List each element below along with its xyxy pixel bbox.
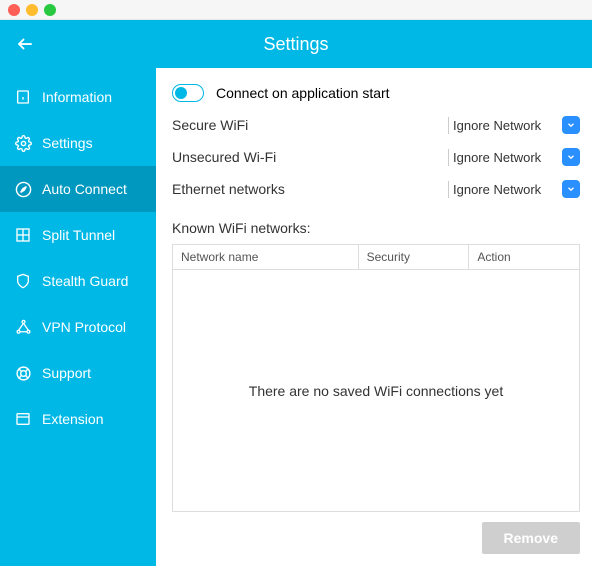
known-networks-label: Known WiFi networks:: [172, 220, 580, 236]
option-label-ethernet: Ethernet networks: [172, 181, 440, 197]
main-panel: Connect on application start Secure WiFi…: [156, 68, 592, 566]
column-header-action[interactable]: Action: [469, 245, 579, 269]
gear-icon: [14, 134, 32, 152]
select-value: Ignore Network: [448, 117, 556, 134]
known-networks-table: Network name Security Action There are n…: [172, 244, 580, 512]
sidebar-item-settings[interactable]: Settings: [0, 120, 156, 166]
sidebar-nav: Information Settings Auto Connect: [0, 68, 156, 442]
sidebar-item-label: Split Tunnel: [42, 227, 115, 243]
sidebar-item-label: Settings: [42, 135, 93, 151]
sidebar-item-support[interactable]: Support: [0, 350, 156, 396]
remove-button[interactable]: Remove: [482, 522, 580, 554]
shield-icon: [14, 272, 32, 290]
select-secure-wifi[interactable]: Ignore Network: [448, 116, 580, 134]
option-label-unsecured-wifi: Unsecured Wi-Fi: [172, 149, 440, 165]
minimize-icon[interactable]: [26, 4, 38, 16]
chevron-down-icon[interactable]: [562, 180, 580, 198]
info-icon: [14, 88, 32, 106]
grid-icon: [14, 226, 32, 244]
sidebar-item-label: Extension: [42, 411, 103, 427]
sidebar-item-label: Stealth Guard: [42, 273, 128, 289]
sidebar-item-auto-connect[interactable]: Auto Connect: [0, 166, 156, 212]
page-title: Settings: [263, 34, 328, 55]
option-label-secure-wifi: Secure WiFi: [172, 117, 440, 133]
select-value: Ignore Network: [448, 181, 556, 198]
browser-icon: [14, 410, 32, 428]
network-icon: [14, 318, 32, 336]
close-icon[interactable]: [8, 4, 20, 16]
sidebar-item-label: Information: [42, 89, 112, 105]
sidebar-item-label: Support: [42, 365, 91, 381]
maximize-icon[interactable]: [44, 4, 56, 16]
empty-message: There are no saved WiFi connections yet: [249, 383, 503, 399]
connect-on-start-toggle[interactable]: [172, 84, 204, 102]
window-titlebar: [0, 0, 592, 20]
chevron-down-icon[interactable]: [562, 116, 580, 134]
column-header-network-name[interactable]: Network name: [173, 245, 359, 269]
column-header-security[interactable]: Security: [359, 245, 470, 269]
sidebar-item-split-tunnel[interactable]: Split Tunnel: [0, 212, 156, 258]
sidebar-item-stealth-guard[interactable]: Stealth Guard: [0, 258, 156, 304]
sidebar-item-label: Auto Connect: [42, 181, 127, 197]
select-unsecured-wifi[interactable]: Ignore Network: [448, 148, 580, 166]
select-ethernet[interactable]: Ignore Network: [448, 180, 580, 198]
compass-icon: [14, 180, 32, 198]
lifebuoy-icon: [14, 364, 32, 382]
back-button[interactable]: [0, 35, 36, 53]
table-empty-state: There are no saved WiFi connections yet: [173, 270, 579, 511]
sidebar-item-extension[interactable]: Extension: [0, 396, 156, 442]
sidebar-item-label: VPN Protocol: [42, 319, 126, 335]
select-value: Ignore Network: [448, 149, 556, 166]
chevron-down-icon[interactable]: [562, 148, 580, 166]
sidebar-item-vpn-protocol[interactable]: VPN Protocol: [0, 304, 156, 350]
toggle-label: Connect on application start: [216, 85, 390, 101]
sidebar-item-information[interactable]: Information: [0, 74, 156, 120]
